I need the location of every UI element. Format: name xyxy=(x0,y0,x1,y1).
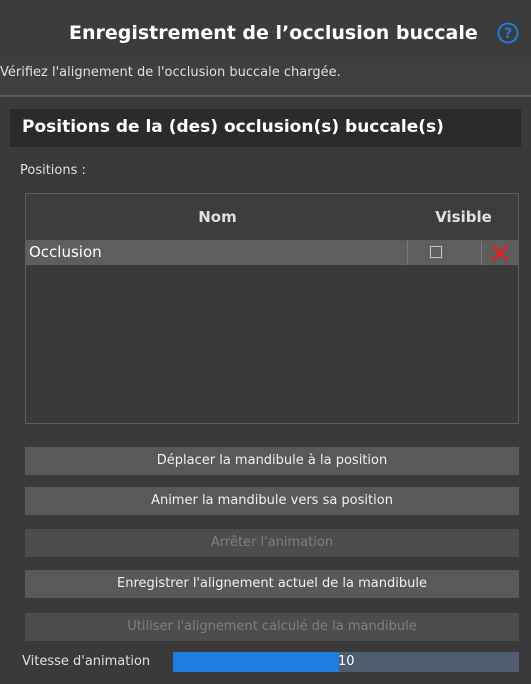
section-title: Positions de la (des) occlusion(s) bucca… xyxy=(22,117,444,137)
column-header-visible[interactable]: Visible xyxy=(409,208,518,226)
column-divider xyxy=(407,241,408,265)
table-row[interactable]: Occlusion xyxy=(26,241,518,265)
panel-title: Enregistrement de l’occlusion buccale xyxy=(69,22,478,44)
help-circle-icon[interactable]: ? xyxy=(497,22,519,44)
animate-mandible-button[interactable]: Animer la mandibule vers sa position xyxy=(25,487,519,515)
animation-speed-label: Vitesse d'animation xyxy=(22,654,151,669)
row-name-cell[interactable]: Occlusion xyxy=(29,243,102,261)
use-calculated-alignment-button[interactable]: Utiliser l'alignement calculé de la mand… xyxy=(25,613,519,641)
occlusion-registration-panel: Enregistrement de l’occlusion buccale ? … xyxy=(0,0,531,684)
animation-speed-slider[interactable]: 10 xyxy=(173,652,519,672)
svg-text:?: ? xyxy=(504,26,512,42)
column-divider xyxy=(481,241,482,265)
instruction-bar: Vérifiez l'alignement de l'occlusion buc… xyxy=(0,57,531,97)
close-x-icon[interactable] xyxy=(492,245,508,261)
save-alignment-button[interactable]: Enregistrer l'alignement actuel de la ma… xyxy=(25,570,519,598)
title-bar: Enregistrement de l’occlusion buccale ? xyxy=(0,0,531,57)
section-header: Positions de la (des) occlusion(s) bucca… xyxy=(10,109,521,147)
visible-checkbox[interactable] xyxy=(430,246,442,258)
table-header: Nom Visible xyxy=(26,194,518,241)
instruction-text: Vérifiez l'alignement de l'occlusion buc… xyxy=(0,65,341,80)
move-mandible-button[interactable]: Déplacer la mandibule à la position xyxy=(25,447,519,475)
positions-label: Positions : xyxy=(20,163,86,178)
animation-speed-fill xyxy=(173,652,340,672)
column-header-name[interactable]: Nom xyxy=(26,208,409,226)
positions-table: Nom Visible Occlusion xyxy=(25,193,519,424)
stop-animation-button[interactable]: Arrêter l'animation xyxy=(25,529,519,557)
animation-speed-value: 10 xyxy=(338,654,355,669)
